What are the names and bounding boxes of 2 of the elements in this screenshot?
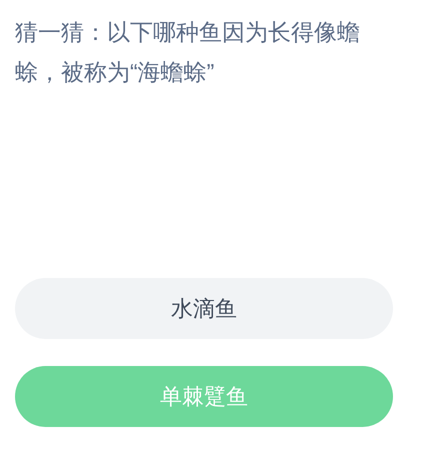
answer-option[interactable]: 水滴鱼 (15, 278, 393, 339)
question-text: 猜一猜：以下哪种鱼因为长得像蟾蜍，被称为“海蟾蜍” (15, 18, 361, 87)
